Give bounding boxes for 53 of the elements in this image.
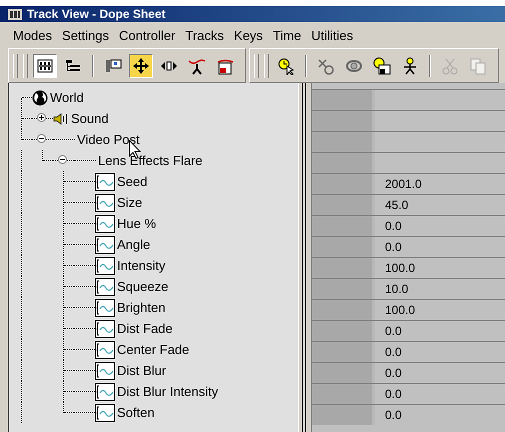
menu-item[interactable]: Tracks: [180, 26, 229, 44]
key-value: 0.0: [385, 240, 402, 254]
scissors-icon: [441, 56, 459, 74]
key-value: 0.0: [385, 324, 402, 338]
tree-item[interactable]: Dist Blur Intensity: [117, 384, 218, 399]
collapse-toggle[interactable]: [37, 134, 46, 143]
menu-item[interactable]: Settings: [57, 26, 114, 44]
tree-item[interactable]: Hue %: [117, 216, 156, 231]
clock-cursor-icon: [277, 56, 295, 74]
key-value: 100.0: [385, 261, 416, 275]
key-value: 0.0: [385, 345, 402, 359]
app-icon: [8, 8, 22, 20]
tree-item[interactable]: Soften: [117, 405, 155, 420]
key-value: 2001.0: [385, 177, 422, 191]
key-value: 45.0: [385, 198, 408, 212]
tree-item[interactable]: Dist Blur: [117, 363, 166, 378]
tree-item[interactable]: Seed: [117, 174, 148, 189]
scale-box-icon: [216, 56, 234, 74]
toolbar-button[interactable]: [129, 54, 153, 78]
tree-item[interactable]: Intensity: [117, 258, 166, 273]
key-grid-icon: [36, 56, 54, 74]
key-value: 100.0: [385, 303, 416, 317]
toolbar-button[interactable]: [33, 54, 57, 78]
window-title: Track View - Dope Sheet: [27, 7, 166, 21]
tree-item[interactable]: Center Fade: [117, 342, 190, 357]
collapse-toggle[interactable]: [58, 155, 67, 164]
menu-item[interactable]: Keys: [228, 26, 268, 44]
properties-icon: [104, 56, 122, 74]
menu-item[interactable]: Controller: [114, 26, 180, 44]
tree-item[interactable]: Brighten: [117, 300, 166, 315]
expand-toggle[interactable]: [37, 113, 46, 122]
tree-item[interactable]: Lens Effects Flare: [98, 153, 203, 168]
menu-item[interactable]: Time: [268, 26, 306, 44]
curve-x-icon: [317, 56, 335, 74]
clock-box-icon: [373, 56, 391, 74]
key-value: 0.0: [385, 366, 402, 380]
move-arrows-icon: [132, 56, 150, 74]
tree-item[interactable]: World: [50, 90, 84, 105]
key-value: 0.0: [385, 219, 402, 233]
tree-item[interactable]: Dist Fade: [117, 321, 173, 336]
figure-icon: [401, 56, 419, 74]
key-value: 0.0: [385, 387, 402, 401]
tree-item[interactable]: Squeeze: [117, 279, 168, 294]
tree-item[interactable]: Size: [117, 195, 142, 210]
key-value: 10.0: [385, 282, 408, 296]
menu-item[interactable]: Modes: [8, 26, 58, 44]
tree-item[interactable]: Sound: [71, 111, 109, 126]
tree-item[interactable]: Video Post: [77, 132, 140, 147]
scale-figure-icon: [188, 56, 206, 74]
copy-icon: [469, 56, 487, 74]
key-value: 0.0: [385, 408, 402, 422]
menu-item[interactable]: Utilities: [306, 26, 358, 44]
tree-item[interactable]: Angle: [117, 237, 150, 252]
